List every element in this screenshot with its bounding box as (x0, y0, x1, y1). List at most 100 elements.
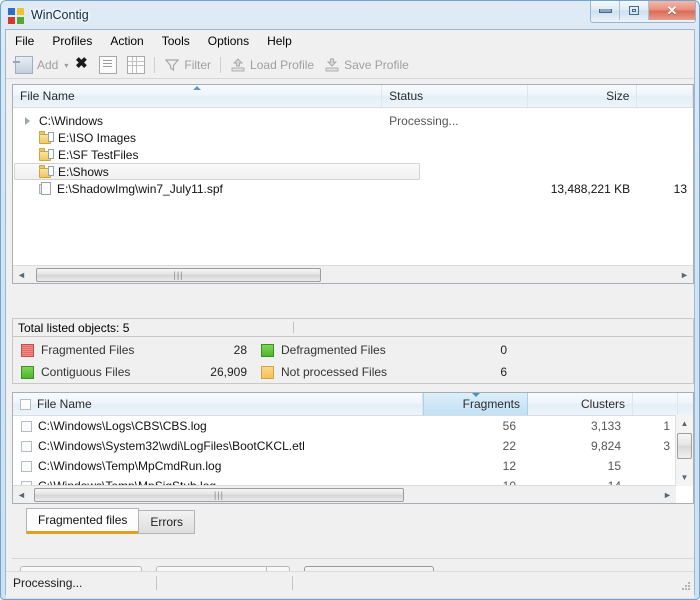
menu-help[interactable]: Help (258, 31, 301, 52)
row-fragments: 56 (502, 419, 516, 433)
stat-label: Not processed Files (281, 365, 388, 379)
column-label: File Name (37, 397, 92, 411)
scroll-thumb[interactable]: ||| (34, 487, 404, 502)
properties-button[interactable] (94, 54, 122, 76)
save-profile-button[interactable]: Save Profile (319, 54, 414, 76)
app-window: WinContig ✕ File Profiles Action Tools O… (0, 0, 700, 600)
column-header-size[interactable]: Size (528, 85, 638, 107)
row-fragments: 12 (502, 459, 516, 473)
scroll-left-arrow-icon[interactable]: ◄ (13, 267, 30, 283)
load-profile-button[interactable]: Load Profile (225, 54, 319, 76)
row-file-name: C:\Windows (39, 113, 104, 128)
window-title: WinContig (31, 8, 89, 22)
object-list-view[interactable]: File Name Status Size C:\Windows Process… (12, 84, 694, 284)
row-status: Processing... (389, 113, 459, 128)
row-extra: 13 (673, 181, 688, 196)
table-row[interactable]: C:\Windows\Temp\MpCmdRun.log 12 15 (13, 456, 693, 476)
add-icon (13, 56, 33, 74)
status-divider-2 (292, 576, 293, 590)
scroll-right-arrow-icon[interactable]: ► (676, 267, 693, 283)
remove-button[interactable]: ✖ (68, 54, 94, 76)
scroll-thumb[interactable]: ||| (36, 267, 321, 282)
folder-icon (39, 165, 54, 178)
stat-value: 26,909 (210, 365, 247, 379)
tab-errors[interactable]: Errors (138, 510, 196, 534)
table-row[interactable]: E:\Shows (13, 163, 693, 180)
app-grid-icon (8, 7, 24, 24)
table-row[interactable]: E:\SF TestFiles (13, 146, 693, 163)
add-button[interactable]: Add (10, 54, 63, 76)
menu-tools[interactable]: Tools (153, 31, 199, 52)
close-x-icon: ✖ (75, 55, 88, 72)
stat-label: Fragmented Files (41, 343, 135, 357)
horizontal-scrollbar[interactable]: ◄ ||| ► (13, 485, 676, 503)
save-profile-label: Save Profile (344, 58, 409, 72)
select-all-checkbox[interactable] (20, 398, 31, 410)
table-row[interactable]: E:\ShadowImg\win7_July11.spf 13,488,221 … (13, 180, 693, 197)
fragmented-list-body: C:\Windows\Logs\CBS\CBS.log 56 3,133 1 C… (13, 416, 693, 496)
scroll-track[interactable]: ||| (30, 267, 676, 283)
row-file-name-cell: C:\Windows\System32\wdi\LogFiles\BootCKC… (13, 439, 423, 453)
row-checkbox[interactable] (21, 440, 32, 452)
stat-not-processed-files: Not processed Files 6 (261, 361, 693, 383)
fragmented-swatch-icon (21, 343, 34, 357)
object-list-header: File Name Status Size (13, 85, 693, 108)
column-header-status[interactable]: Status (382, 85, 528, 107)
column-header-extra[interactable] (633, 393, 678, 415)
column-header-file-name[interactable]: File Name (13, 85, 383, 107)
row-extra: 3 (663, 439, 670, 453)
table-row[interactable]: C:\Windows\System32\wdi\LogFiles\BootCKC… (13, 436, 693, 456)
resize-grip-icon[interactable] (680, 580, 691, 591)
menu-options[interactable]: Options (199, 31, 258, 52)
stat-fragmented-files: Fragmented Files 28 (21, 339, 261, 361)
title-bar[interactable]: WinContig ✕ (1, 1, 699, 29)
statistics-panel: Fragmented Files 28 Defragmented Files 0… (12, 336, 694, 384)
scroll-track[interactable]: ||| (30, 487, 659, 503)
add-label: Add (37, 58, 59, 72)
maximize-button[interactable] (620, 1, 649, 20)
row-extra: 1 (663, 419, 670, 433)
toolbar-separator-1 (154, 57, 156, 73)
menu-action[interactable]: Action (101, 31, 152, 52)
defragmented-swatch-icon (261, 343, 274, 357)
grid-view-button[interactable] (122, 54, 150, 76)
column-label: Size (606, 89, 630, 103)
column-header-extra[interactable] (637, 85, 693, 107)
column-label: Status (389, 89, 424, 103)
fragmented-files-list-view[interactable]: File Name Fragments Clusters C:\Windows\… (12, 392, 694, 504)
scroll-right-arrow-icon[interactable]: ► (659, 487, 676, 503)
table-row[interactable]: E:\ISO Images (13, 129, 693, 146)
scroll-thumb[interactable] (677, 433, 692, 459)
table-row[interactable]: C:\Windows Processing... (13, 112, 693, 129)
row-size: 13,488,221 KB (550, 181, 631, 196)
maximize-icon (629, 6, 639, 15)
column-header-fragments[interactable]: Fragments (423, 393, 528, 415)
row-clusters: 9,824 (590, 439, 621, 453)
not-processed-swatch-icon (261, 365, 274, 379)
expander-triangle-icon[interactable] (23, 116, 33, 126)
column-header-clusters[interactable]: Clusters (528, 393, 633, 415)
menu-file[interactable]: File (6, 31, 43, 52)
column-header-file-name[interactable]: File Name (13, 393, 423, 415)
row-file-name: C:\Windows\System32\wdi\LogFiles\BootCKC… (38, 439, 305, 453)
load-profile-label: Load Profile (250, 58, 315, 72)
scroll-up-arrow-icon[interactable]: ▲ (676, 415, 693, 432)
close-button[interactable]: ✕ (649, 1, 695, 20)
menu-profiles[interactable]: Profiles (43, 31, 101, 52)
table-row[interactable]: C:\Windows\Logs\CBS\CBS.log 56 3,133 1 (13, 416, 693, 436)
minimize-button[interactable] (591, 1, 620, 20)
horizontal-scrollbar[interactable]: ◄ ||| ► (13, 265, 693, 283)
minimize-icon (598, 8, 612, 13)
scroll-down-arrow-icon[interactable]: ▼ (676, 469, 693, 486)
row-checkbox[interactable] (21, 460, 32, 472)
tab-fragmented-files[interactable]: Fragmented files (26, 508, 140, 534)
save-profile-icon (324, 57, 340, 73)
scroll-left-arrow-icon[interactable]: ◄ (13, 487, 30, 503)
row-file-name: E:\Shows (58, 164, 109, 179)
row-clusters: 15 (607, 459, 621, 473)
row-checkbox[interactable] (21, 420, 32, 432)
vertical-scrollbar[interactable]: ▲ ▼ (675, 415, 693, 486)
total-objects-bar: Total listed objects: 5 (12, 318, 694, 336)
object-list-body: C:\Windows Processing... E:\ISO Images E… (13, 112, 693, 197)
filter-button[interactable]: Filter (159, 54, 216, 76)
